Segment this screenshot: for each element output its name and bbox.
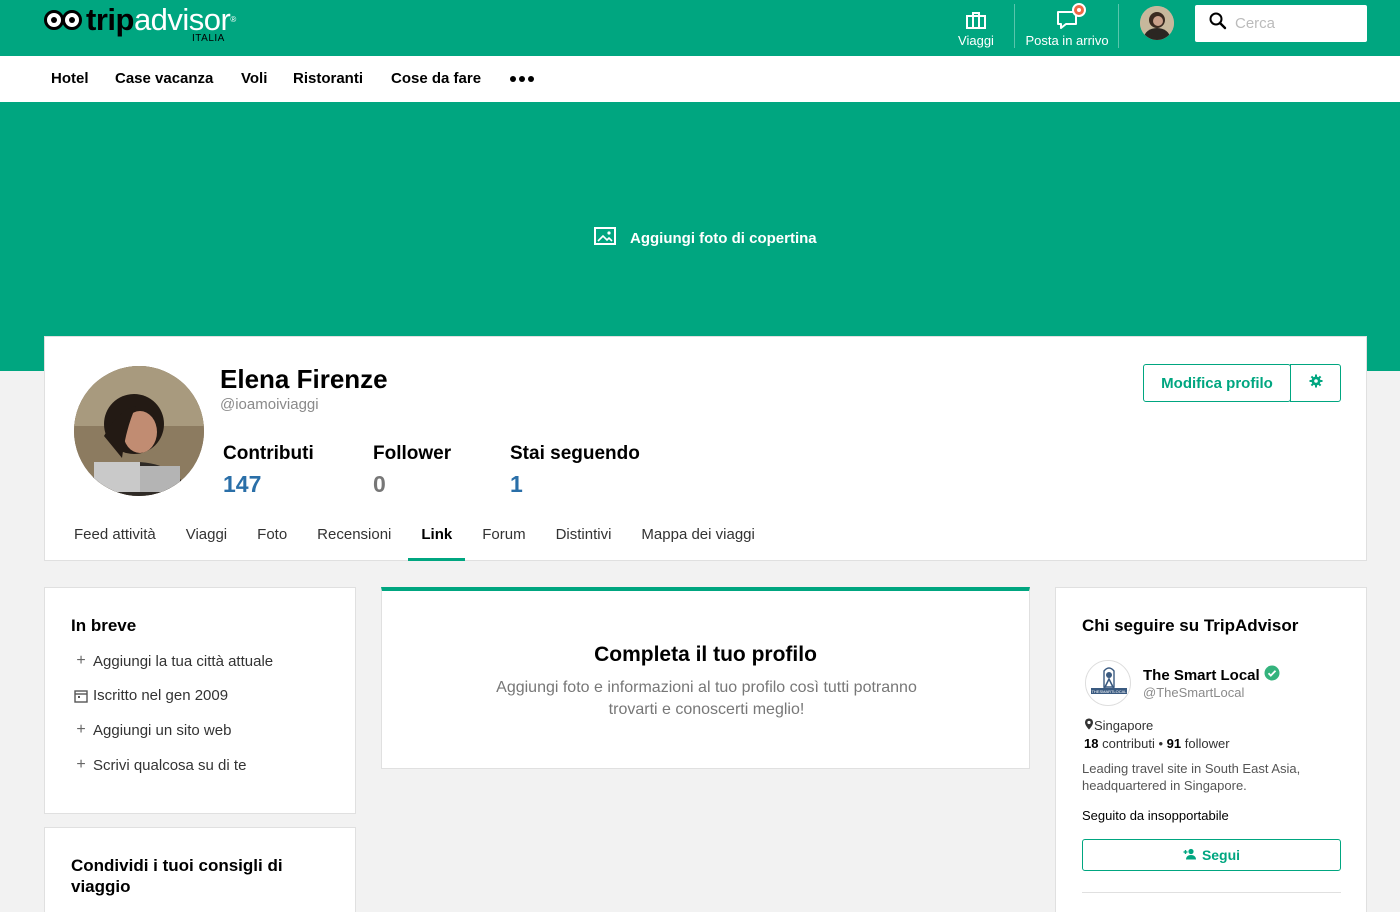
complete-profile-title: Completa il tuo profilo — [594, 643, 817, 666]
who-to-follow-panel: Chi seguire su TripAdvisor THESMARTLOCAL… — [1055, 587, 1367, 912]
intro-title: In breve — [71, 616, 137, 635]
nav-hotel[interactable]: Hotel — [51, 70, 89, 87]
search-input[interactable] — [1235, 15, 1355, 32]
gear-icon — [1309, 374, 1323, 393]
image-icon — [594, 227, 616, 249]
trips-label: Viaggi — [958, 32, 994, 48]
joined-date: Iscritto nel gen 2009 — [73, 687, 228, 704]
profile-name: Elena Firenze — [220, 364, 388, 394]
stat-following[interactable]: Stai seguendo 1 — [510, 443, 640, 498]
divider — [1082, 892, 1341, 893]
calendar-icon — [73, 689, 89, 703]
add-website-link[interactable]: + Aggiungi un sito web — [73, 721, 231, 739]
settings-button[interactable] — [1290, 364, 1341, 402]
tripadvisor-logo[interactable]: tripadvisor® ITALIA — [44, 4, 236, 44]
logo-wordmark: tripadvisor® — [86, 2, 236, 37]
more-menu-icon[interactable] — [510, 76, 534, 82]
logo-region: ITALIA — [192, 33, 225, 44]
profile-avatar[interactable] — [74, 366, 204, 496]
followed-by-text: Seguito da insopportabile — [1082, 808, 1229, 823]
complete-profile-text: Aggiungi foto e informazioni al tuo prof… — [496, 679, 917, 718]
intro-panel: In breve + Aggiungi la tua città attuale… — [44, 587, 356, 814]
stat-contributions[interactable]: Contributi 147 — [223, 443, 314, 498]
share-tips-title: Condividi i tuoi consigli di viaggio — [71, 856, 283, 896]
suitcase-icon — [965, 9, 987, 31]
tab-recensioni[interactable]: Recensioni — [317, 515, 391, 561]
tab-distintivi[interactable]: Distintivi — [556, 515, 612, 561]
nav-voli[interactable]: Voli — [241, 70, 267, 87]
map-pin-icon — [1084, 718, 1094, 733]
verified-check-icon — [1264, 665, 1280, 685]
nav-ristoranti[interactable]: Ristoranti — [293, 70, 363, 87]
owl-eyes-icon — [44, 8, 84, 32]
suggested-user-handle: @TheSmartLocal — [1143, 685, 1245, 700]
divider — [1014, 4, 1015, 48]
suggested-user-avatar[interactable]: THESMARTLOCAL — [1085, 660, 1131, 706]
user-avatar[interactable] — [1140, 6, 1174, 40]
profile-tabs: Feed attività Viaggi Foto Recensioni Lin… — [74, 515, 785, 561]
add-cover-photo-button[interactable]: Aggiungi foto di copertina — [594, 227, 817, 249]
svg-text:THESMARTLOCAL: THESMARTLOCAL — [1091, 689, 1127, 694]
profile-card: Elena Firenze @ioamoiviaggi Contributi 1… — [44, 336, 1367, 561]
notification-badge — [1072, 2, 1086, 17]
tab-forum[interactable]: Forum — [482, 515, 525, 561]
suggested-user-description: Leading travel site in South East Asia, … — [1082, 761, 1301, 793]
share-tips-panel: Condividi i tuoi consigli di viaggio — [44, 827, 356, 912]
suggested-user-stats: 18 contributi • 91 follower — [1084, 736, 1230, 751]
chat-bubble-icon — [1056, 2, 1086, 31]
add-user-icon — [1183, 847, 1197, 863]
cover-area: Aggiungi foto di copertina — [0, 102, 1400, 371]
tab-viaggi[interactable]: Viaggi — [186, 515, 227, 561]
profile-handle: @ioamoiviaggi — [220, 396, 319, 413]
tab-foto[interactable]: Foto — [257, 515, 287, 561]
follow-button[interactable]: Segui — [1082, 839, 1341, 871]
who-to-follow-title: Chi seguire su TripAdvisor — [1082, 616, 1299, 635]
top-bar: tripadvisor® ITALIA Viaggi Posta in arri… — [0, 0, 1400, 56]
suggested-user-location: Singapore — [1084, 718, 1153, 733]
plus-icon: + — [76, 652, 86, 669]
nav-cose-da-fare[interactable]: Cose da fare — [391, 70, 481, 87]
plus-icon: + — [76, 756, 86, 773]
inbox-nav-button[interactable]: Posta in arrivo — [1024, 0, 1110, 56]
add-city-link[interactable]: + Aggiungi la tua città attuale — [73, 652, 273, 670]
stat-followers[interactable]: Follower 0 — [373, 443, 451, 498]
inbox-label: Posta in arrivo — [1025, 32, 1109, 48]
tab-link[interactable]: Link — [408, 515, 466, 561]
search-icon — [1209, 12, 1227, 35]
plus-icon: + — [76, 721, 86, 738]
search-box[interactable] — [1195, 5, 1367, 42]
complete-profile-panel: Completa il tuo profilo Aggiungi foto e … — [381, 587, 1030, 769]
edit-profile-button[interactable]: Modifica profilo — [1143, 364, 1291, 402]
category-nav: Hotel Case vacanza Voli Ristoranti Cose … — [0, 56, 1400, 102]
tab-feed-attivita[interactable]: Feed attività — [74, 515, 156, 561]
suggested-user-name[interactable]: The Smart Local — [1143, 665, 1280, 685]
nav-case-vacanza[interactable]: Case vacanza — [115, 70, 213, 87]
write-about-link[interactable]: + Scrivi qualcosa su di te — [73, 756, 246, 774]
trips-nav-button[interactable]: Viaggi — [950, 0, 1002, 56]
divider — [1118, 4, 1119, 48]
tab-mappa-dei-viaggi[interactable]: Mappa dei viaggi — [641, 515, 754, 561]
add-cover-photo-label: Aggiungi foto di copertina — [630, 229, 817, 247]
